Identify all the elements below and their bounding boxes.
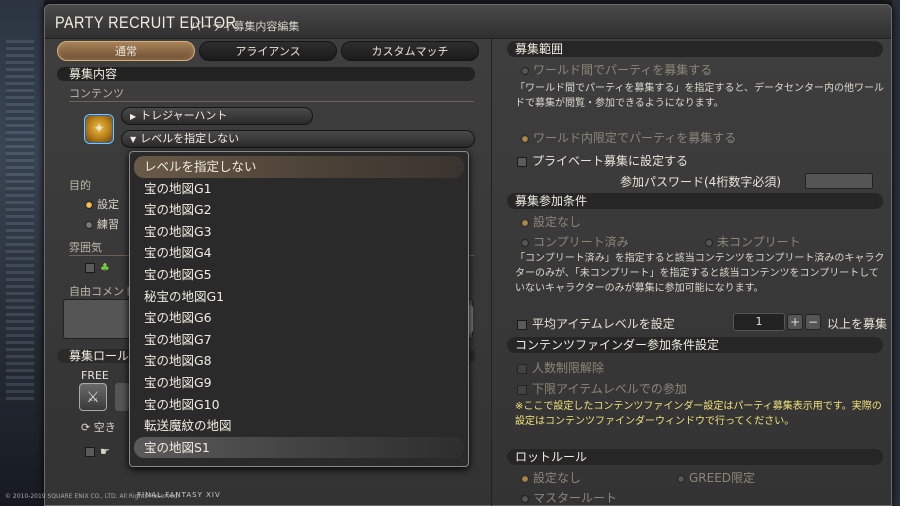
condition-note: 「コンプリート済み」を指定すると該当コンテンツをコンプリート済みのキャラクターの… xyxy=(515,253,885,294)
world-between-note: 「ワールド間でパーティを募集する」を指定すると、データセンター内の他ワールドで募… xyxy=(515,83,884,109)
game-logo: FINAL FANTASY XIV xyxy=(137,491,221,499)
dropdown-item[interactable]: 宝の地図G10 xyxy=(134,394,464,416)
radio-icon xyxy=(677,474,685,483)
finder-unrestricted-checkbox[interactable]: 人数制限解除 xyxy=(517,359,604,376)
category-select[interactable]: ▶ トレジャーハント xyxy=(121,107,313,125)
dropdown-item[interactable]: 宝の地図G3 xyxy=(134,221,464,243)
loot-greed-option[interactable]: GREED限定 xyxy=(677,469,755,486)
checkbox-icon xyxy=(517,384,527,395)
recruit-type-tabs: 通常 アライアンス カスタムマッチ xyxy=(57,41,479,61)
dropdown-item[interactable]: 秘宝の地図G1 xyxy=(134,286,464,308)
comment-label: 自由コメント xyxy=(69,285,135,298)
radio-icon xyxy=(85,221,93,229)
loot-none-option[interactable]: 設定なし xyxy=(521,469,581,486)
dropdown-item[interactable]: 宝の地図G9 xyxy=(134,372,464,394)
world-between-option[interactable]: ワールド間でパーティを募集する xyxy=(521,61,712,78)
checkbox-icon xyxy=(517,156,527,167)
background-scenery xyxy=(0,0,44,506)
tab-normal[interactable]: 通常 xyxy=(57,41,195,61)
level-select[interactable]: ▼ レベルを指定しない xyxy=(121,130,475,148)
dropdown-item[interactable]: 宝の地図G8 xyxy=(134,350,464,372)
dropdown-item[interactable]: 宝の地図S1 xyxy=(134,436,464,459)
purpose-label: 目的 xyxy=(69,179,91,192)
dropdown-item[interactable]: 宝の地図G2 xyxy=(134,199,464,221)
window-subtitle: パーティ募集内容編集 xyxy=(190,20,300,33)
increment-button[interactable]: + xyxy=(787,314,803,330)
dropdown-item[interactable]: 宝の地図G5 xyxy=(134,264,464,286)
purpose-option-practice[interactable]: 練習 xyxy=(85,216,119,232)
dropdown-item[interactable]: 宝の地図G4 xyxy=(134,242,464,264)
party-recruit-editor-window: PARTY RECRUIT EDITOR パーティ募集内容編集 通常 アライアン… xyxy=(5,4,892,506)
dropdown-item[interactable]: レベルを指定しない xyxy=(134,156,464,178)
finder-note: ※ここで設定したコンテンツファインダー設定はパーティ募集表示用です。実際の設定は… xyxy=(515,401,882,427)
loot-master-option[interactable]: マスタールート xyxy=(521,489,617,506)
finder-header: コンテンツファインダー参加条件設定 xyxy=(507,337,883,353)
checkbox-icon xyxy=(85,447,95,457)
triangle-down-icon: ▼ xyxy=(130,135,137,144)
panel-divider xyxy=(491,39,492,506)
radio-icon xyxy=(521,474,529,483)
tab-custom-match[interactable]: カスタムマッチ xyxy=(341,41,479,61)
tab-alliance[interactable]: アライアンス xyxy=(199,41,337,61)
finder-min-ilvl-checkbox[interactable]: 下限アイテムレベルでの参加 xyxy=(517,380,687,397)
dropdown-item[interactable]: 宝の地図G7 xyxy=(134,329,464,351)
private-checkbox[interactable]: プライベート募集に設定する xyxy=(517,152,688,169)
role-slot-icon[interactable] xyxy=(115,383,129,411)
category-value: トレジャーハント xyxy=(140,109,228,122)
free-label: FREE xyxy=(81,369,109,382)
background-scenery-right xyxy=(892,0,900,506)
pointing-hand-icon: ☛ xyxy=(100,445,110,458)
atmosphere-label: 雰囲気 xyxy=(69,241,102,254)
checkbox-icon xyxy=(85,263,95,273)
triangle-right-icon: ▶ xyxy=(130,112,137,121)
radio-icon xyxy=(521,66,529,75)
purpose-option-set[interactable]: 設定 xyxy=(85,196,119,212)
level-value: レベルを指定しない xyxy=(140,132,240,145)
avg-item-level-checkbox[interactable]: 平均アイテムレベルを設定 xyxy=(517,315,675,332)
avg-item-level-input[interactable]: 1 xyxy=(733,313,785,331)
atmosphere-checkbox[interactable]: ♣ xyxy=(85,261,110,274)
condition-header: 募集参加条件 xyxy=(507,193,883,209)
checkbox-icon xyxy=(517,363,527,374)
radio-icon xyxy=(521,494,529,503)
dropdown-item[interactable]: 宝の地図G1 xyxy=(134,178,464,200)
condition-complete-option[interactable]: コンプリート済み xyxy=(521,233,629,250)
condition-incomplete-option[interactable]: 未コンプリート xyxy=(705,233,801,250)
level-dropdown-list[interactable]: レベルを指定しない 宝の地図G1 宝の地図G2 宝の地図G3 宝の地図G4 宝の地図G5 秘… xyxy=(129,151,469,467)
recruit-content-header: 募集内容 xyxy=(57,67,475,81)
content-divider xyxy=(69,101,474,102)
condition-none-option[interactable]: 設定なし xyxy=(521,213,581,230)
world-within-option[interactable]: ワールド内限定でパーティを募集する xyxy=(521,129,736,146)
dropdown-item[interactable]: 転送魔紋の地図 xyxy=(134,415,464,437)
password-input[interactable] xyxy=(805,173,873,189)
radio-icon xyxy=(521,238,529,247)
radio-icon xyxy=(85,201,93,209)
checkbox-icon xyxy=(517,319,527,330)
content-label: コンテンツ xyxy=(69,87,124,100)
radio-icon xyxy=(521,218,529,227)
avg-item-level-suffix: 以上を募集 xyxy=(827,317,888,331)
radio-icon xyxy=(521,134,529,143)
title-bar[interactable]: PARTY RECRUIT EDITOR パーティ募集内容編集 xyxy=(45,5,891,39)
vacancy-row[interactable]: ⟳ 空き xyxy=(81,419,116,435)
range-header: 募集範囲 xyxy=(507,41,883,57)
loot-header: ロットルール xyxy=(507,449,883,465)
radio-icon xyxy=(705,238,713,247)
dropdown-item[interactable]: 宝の地図G6 xyxy=(134,307,464,329)
free-role-icon[interactable]: ⚔ xyxy=(79,383,107,411)
leaf-icon: ♣ xyxy=(100,261,110,274)
password-label: 参加パスワード(4桁数字必須) xyxy=(620,175,781,189)
treasure-chest-icon: ✦ xyxy=(85,115,113,143)
decrement-button[interactable]: − xyxy=(805,314,821,330)
hand-pointer-row[interactable]: ☛ xyxy=(85,445,110,458)
refresh-icon: ⟳ xyxy=(81,421,91,434)
